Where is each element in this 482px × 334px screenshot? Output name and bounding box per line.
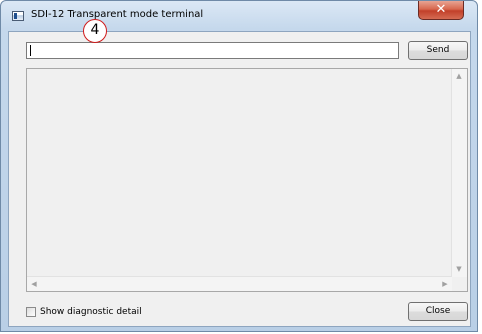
output-log[interactable]: ▲ ▼ ◀ ▶ [26, 68, 468, 292]
show-diagnostic-label[interactable]: Show diagnostic detail [40, 307, 142, 317]
scroll-right-icon[interactable]: ▶ [440, 280, 450, 288]
app-window-icon [12, 11, 24, 21]
terminal-window: SDI-12 Transparent mode terminal ✕ Send … [0, 0, 478, 332]
send-button[interactable]: Send [408, 41, 468, 60]
title-bar[interactable]: SDI-12 Transparent mode terminal ✕ [1, 1, 477, 31]
dialog-body: Send ▲ ▼ ◀ ▶ Show diagnostic detail Clos… [8, 31, 471, 327]
vertical-scrollbar[interactable]: ▲ ▼ [451, 69, 467, 277]
close-button[interactable]: Close [408, 302, 468, 321]
horizontal-scrollbar[interactable]: ◀ ▶ [27, 276, 452, 291]
scroll-down-icon[interactable]: ▼ [454, 265, 464, 273]
show-diagnostic-checkbox[interactable] [26, 307, 36, 317]
window-close-button[interactable]: ✕ [418, 1, 464, 20]
scroll-left-icon[interactable]: ◀ [29, 280, 39, 288]
callout-number-badge: 4 [83, 19, 107, 43]
text-caret [30, 45, 31, 56]
scroll-up-icon[interactable]: ▲ [454, 72, 464, 80]
close-icon: ✕ [435, 2, 447, 17]
command-input[interactable] [26, 42, 399, 59]
window-title: SDI-12 Transparent mode terminal [31, 9, 204, 20]
scrollbar-corner [452, 277, 467, 291]
